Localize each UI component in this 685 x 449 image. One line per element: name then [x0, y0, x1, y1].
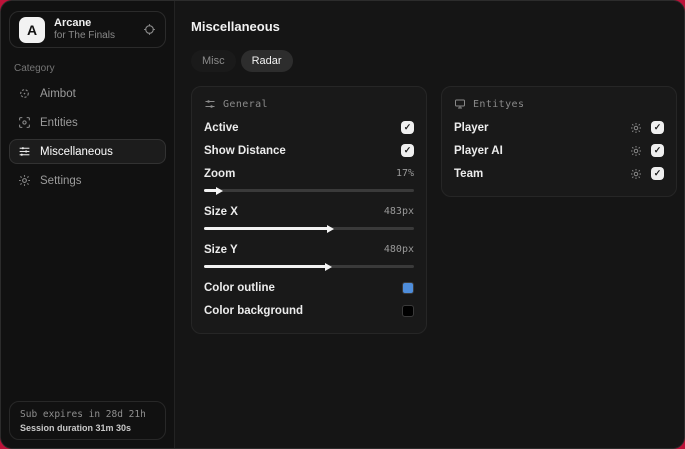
entity-label: Player AI	[454, 144, 503, 157]
checkbox-team[interactable]	[651, 167, 664, 180]
tab-misc[interactable]: Misc	[191, 50, 236, 72]
slider-fill	[204, 265, 328, 268]
checkbox-player-ai[interactable]	[651, 144, 664, 157]
brand-card: A Arcane for The Finals	[9, 11, 166, 48]
gear-icon[interactable]	[630, 122, 642, 134]
slider-size-x[interactable]	[204, 224, 414, 233]
gear-icon	[18, 174, 31, 187]
entity-row-team: Team	[454, 162, 664, 185]
setting-group-zoom: Zoom 17%	[204, 162, 414, 195]
entity-label: Player	[454, 121, 489, 134]
gear-icon[interactable]	[630, 145, 642, 157]
slider-label-row: Size X 483px	[204, 200, 414, 223]
setting-row-show-distance: Show Distance	[204, 139, 414, 162]
scan-icon	[18, 116, 31, 129]
entity-label: Team	[454, 167, 484, 180]
slider-fill	[204, 227, 330, 230]
sub-expiry-text: Sub expires in 28d 21h	[20, 409, 146, 420]
entity-controls	[630, 167, 664, 180]
color-background-swatch[interactable]	[402, 304, 414, 317]
checkbox-active[interactable]	[401, 121, 414, 134]
entity-row-player: Player	[454, 116, 664, 139]
general-panel-title: General	[223, 98, 268, 110]
slider-label-row: Zoom 17%	[204, 162, 414, 185]
sidebar-item-label: Entities	[40, 116, 78, 129]
setting-label: Size Y	[204, 243, 238, 256]
sidebar-item-label: Miscellaneous	[40, 145, 113, 158]
general-panel-header: General	[204, 98, 414, 110]
checkbox-player[interactable]	[651, 121, 664, 134]
sliders-icon	[18, 145, 31, 158]
sidebar-item-entities[interactable]: Entities	[9, 110, 166, 135]
sidebar-item-label: Settings	[40, 174, 82, 187]
slider-value: 480px	[383, 244, 414, 255]
sidebar-item-label: Aimbot	[40, 87, 76, 100]
monitor-icon	[454, 98, 466, 110]
entity-controls	[630, 121, 664, 134]
setting-group-size-x: Size X 483px	[204, 200, 414, 233]
category-label: Category	[14, 63, 55, 74]
tab-radar[interactable]: Radar	[240, 50, 293, 72]
tab-bar: Misc Radar	[191, 50, 677, 72]
slider-value: 17%	[395, 168, 414, 179]
main-content: Miscellaneous Misc Radar General Active …	[175, 1, 684, 448]
app-name: Arcane	[54, 17, 92, 30]
setting-row-active: Active	[204, 116, 414, 139]
app-subtitle: for The Finals	[54, 30, 115, 42]
entities-panel-header: Entityes	[454, 98, 664, 110]
setting-label: Color outline	[204, 281, 275, 294]
setting-label: Color background	[204, 304, 304, 317]
setting-label: Size X	[204, 205, 238, 218]
general-panel: General Active Show Distance Zoom 17%	[191, 86, 427, 334]
entities-panel-title: Entityes	[473, 98, 525, 110]
slider-thumb[interactable]	[215, 186, 223, 195]
subscription-status-card: Sub expires in 28d 21h Session duration …	[9, 401, 166, 440]
slider-thumb[interactable]	[324, 262, 332, 271]
sidebar-item-settings[interactable]: Settings	[9, 168, 166, 193]
slider-size-y[interactable]	[204, 262, 414, 271]
sidebar-nav: Aimbot Entities Miscellaneous Settings	[9, 81, 166, 193]
slider-value: 483px	[383, 206, 414, 217]
sidebar-item-miscellaneous[interactable]: Miscellaneous	[9, 139, 166, 164]
session-duration-text: Session duration 31m 30s	[20, 423, 132, 433]
crosshair-icon	[18, 87, 31, 100]
setting-row-color-background: Color background	[204, 299, 414, 322]
setting-group-size-y: Size Y 480px	[204, 238, 414, 271]
sliders-icon	[204, 98, 216, 110]
slider-thumb[interactable]	[327, 224, 334, 233]
setting-label: Active	[204, 121, 239, 134]
setting-label: Show Distance	[204, 144, 286, 157]
gear-icon[interactable]	[630, 168, 642, 180]
entity-controls	[630, 144, 664, 157]
entities-panel: Entityes Player P	[441, 86, 677, 197]
panels-row: General Active Show Distance Zoom 17%	[191, 86, 677, 334]
entity-row-player-ai: Player AI	[454, 139, 664, 162]
page-title: Miscellaneous	[191, 19, 280, 34]
checkbox-show-distance[interactable]	[401, 144, 414, 157]
app-window: A Arcane for The Finals Category Aimbot …	[0, 0, 685, 449]
brand-text: Arcane for The Finals	[54, 17, 134, 41]
setting-row-color-outline: Color outline	[204, 276, 414, 299]
color-outline-swatch[interactable]	[402, 281, 414, 294]
sidebar-item-aimbot[interactable]: Aimbot	[9, 81, 166, 106]
setting-label: Zoom	[204, 167, 236, 180]
app-logo: A	[19, 16, 45, 43]
sidebar: A Arcane for The Finals Category Aimbot …	[1, 1, 175, 448]
crosshair-icon[interactable]	[143, 23, 156, 36]
slider-zoom[interactable]	[204, 186, 414, 195]
slider-label-row: Size Y 480px	[204, 238, 414, 261]
